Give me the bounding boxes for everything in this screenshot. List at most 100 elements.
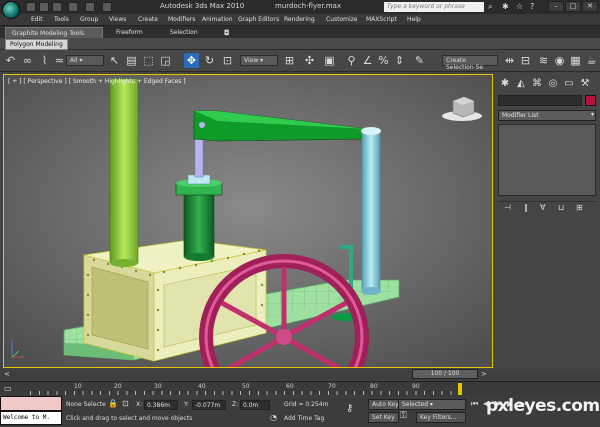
select-and-scale-icon[interactable]: ⊡ [220,53,235,68]
save-file-icon[interactable] [52,2,62,12]
key-icon[interactable]: ⚷ [346,403,353,414]
named-selection-dropdown[interactable]: Create Selection Se [442,55,498,71]
hierarchy-panel-icon[interactable]: ⌘ [530,77,544,91]
display-panel-icon[interactable]: ▭ [562,77,576,91]
remove-modifier-icon[interactable]: ⊔ [558,203,564,212]
help-icon[interactable]: ? [530,2,534,11]
rectangular-selection-icon[interactable]: ⬚ [141,53,156,68]
menu-modifiers[interactable]: Modifiers [168,16,195,23]
set-key-button[interactable]: Set Key [368,412,399,423]
viewport-label[interactable]: [ + ] [ Perspective ] [ Smooth + Highlig… [8,78,186,85]
minimize-icon[interactable]: – [548,1,564,12]
y-coordinate-field[interactable]: -0.077m [192,400,226,410]
tab-selection[interactable]: Selection [164,27,204,38]
object-color-swatch[interactable] [585,95,596,106]
set-keys-icon[interactable]: ⚿ [400,411,407,421]
select-by-name-icon[interactable]: ▤ [124,53,139,68]
motion-panel-icon[interactable]: ◎ [546,77,560,91]
modifier-stack[interactable] [498,124,596,196]
align-icon[interactable]: ⊟ [518,53,533,68]
create-panel-icon[interactable]: ✱ [498,77,512,91]
keyboard-shortcut-icon[interactable]: ▣ [322,53,337,68]
percent-snap-icon[interactable]: % [376,53,391,68]
menu-tools[interactable]: Tools [54,16,69,23]
window-crossing-icon[interactable]: ◲ [158,53,173,68]
new-file-icon[interactable] [26,2,36,12]
curve-editor-icon[interactable]: ≋ [536,53,551,68]
reference-coordinate-dropdown[interactable]: View ▾ [240,55,278,66]
snaps-toggle-icon[interactable]: ⚲ [344,53,359,68]
object-name-field[interactable] [498,95,582,106]
time-slider-handle[interactable]: 100 / 100 [412,369,478,379]
communication-center-icon[interactable]: ☆ [516,2,523,11]
material-editor-icon[interactable]: ◉ [552,53,567,68]
menu-edit[interactable]: Edit [31,16,43,23]
menu-animation[interactable]: Animation [202,16,233,23]
link-icon[interactable]: ∞ [20,53,35,68]
select-and-rotate-icon[interactable]: ↻ [202,53,217,68]
go-to-start-icon[interactable]: ⏮ [471,399,478,409]
polygon-modeling-panel[interactable]: Polygon Modeling [5,39,68,50]
maxscript-output[interactable]: Welcome to M. [0,411,62,425]
application-button-icon[interactable] [2,1,20,19]
key-filters-button[interactable]: Key Filters... [416,412,466,423]
time-slider-left-icon[interactable]: < [4,370,10,378]
tick-label: 80 [370,383,378,390]
current-frame-marker [458,383,462,395]
x-coordinate-field[interactable]: 0.386m [144,400,178,410]
edit-named-selection-icon[interactable]: ✎ [412,53,427,68]
select-object-icon[interactable]: ↖ [107,53,122,68]
track-bar[interactable]: ▭ 10 20 30 40 50 60 70 80 90 [0,381,600,396]
time-slider[interactable]: < 100 / 100 > [0,369,600,380]
menu-views[interactable]: Views [109,16,126,23]
close-icon[interactable]: ✕ [582,1,598,12]
z-coordinate-field[interactable]: 0.0m [240,400,270,410]
absolute-mode-icon[interactable]: ⊡ [122,399,129,408]
menu-graph-editors[interactable]: Graph Editors [238,16,279,23]
menu-customize[interactable]: Customize [326,16,358,23]
render-icon[interactable]: ☕ [584,53,599,68]
undo-icon[interactable] [68,2,78,12]
ribbon-options-icon[interactable]: ◘ [218,27,236,38]
select-manipulate-icon[interactable]: ✣ [302,53,317,68]
tab-freeform[interactable]: Freeform [110,27,149,38]
show-end-result-icon[interactable]: ‖ [524,203,528,212]
modify-panel-icon[interactable]: ◭ [514,77,528,91]
configure-sets-icon[interactable]: ⊞ [576,203,583,212]
mini-curve-editor-icon[interactable]: ▭ [4,384,12,393]
menu-rendering[interactable]: Rendering [284,16,315,23]
time-slider-right-icon[interactable]: > [481,370,487,378]
open-file-icon[interactable] [39,2,49,12]
subscription-icon[interactable]: ✱ [502,2,509,11]
menu-create[interactable]: Create [138,16,158,23]
make-unique-icon[interactable]: ∀ [540,203,545,212]
tab-graphite-modeling-tools[interactable]: Graphite Modeling Tools [5,27,103,38]
pivot-center-icon[interactable]: ⊞ [282,53,297,68]
unlink-icon[interactable]: ⌇ [37,53,52,68]
perspective-viewport[interactable]: [ + ] [ Perspective ] [ Smooth + Highlig… [3,74,493,368]
spinner-snap-icon[interactable]: ⇕ [392,53,407,68]
modifier-list-dropdown[interactable]: Modifier List ▾ [498,110,596,121]
add-time-tag-button[interactable]: Add Time Tag [284,415,324,422]
maxscript-listener-input[interactable] [0,396,62,411]
maximize-icon[interactable]: □ [565,1,581,12]
search-input[interactable]: Type a keyword or phrase [384,2,484,12]
menu-group[interactable]: Group [80,16,98,23]
watermark: pxleyes.com [486,396,600,416]
angle-snap-icon[interactable]: ∠ [360,53,375,68]
mirror-icon[interactable]: ⇹ [502,53,517,68]
menu-maxscript[interactable]: MAXScript [366,16,397,23]
utilities-panel-icon[interactable]: ⚒ [578,77,592,91]
select-and-move-icon[interactable]: ✥ [184,53,199,68]
lock-selection-icon[interactable]: 🔒 [108,399,118,408]
project-folder-icon[interactable] [102,2,112,12]
render-setup-icon[interactable]: ▦ [568,53,583,68]
search-icon[interactable]: ⌕ [488,2,492,12]
selection-filter-dropdown[interactable]: All ▾ [66,55,104,66]
redo-icon[interactable] [85,2,95,12]
menu-help[interactable]: Help [407,16,421,23]
key-mode-dropdown[interactable]: Selected ▾ [398,399,466,410]
pin-stack-icon[interactable]: ⊣ [504,203,511,212]
undo-tool-icon[interactable]: ↶ [3,53,18,68]
bind-space-warp-icon[interactable]: ≈ [52,53,67,68]
